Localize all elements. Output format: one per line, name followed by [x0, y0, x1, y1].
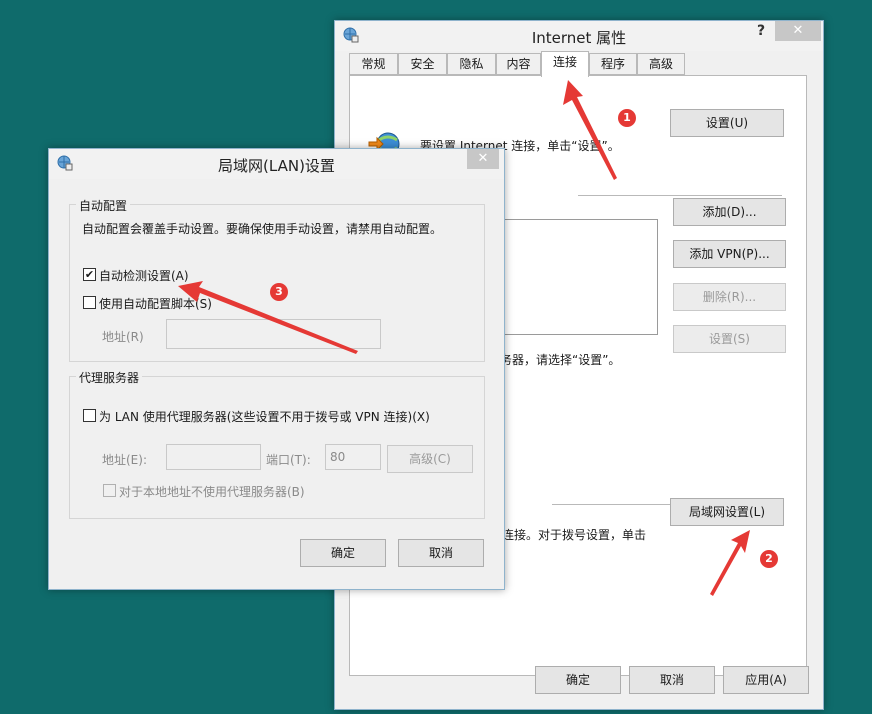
badge-step-2: 2: [760, 550, 778, 568]
badge-step-1: 1: [618, 109, 636, 127]
arrow-to-auto-detect: [178, 281, 358, 354]
tab-connections[interactable]: 连接: [541, 51, 589, 77]
badge-step-3: 3: [270, 283, 288, 301]
arrow-to-connections-tab: [563, 80, 617, 180]
arrow-to-lan-button: [710, 530, 750, 596]
annotation-arrows: [178, 80, 750, 596]
